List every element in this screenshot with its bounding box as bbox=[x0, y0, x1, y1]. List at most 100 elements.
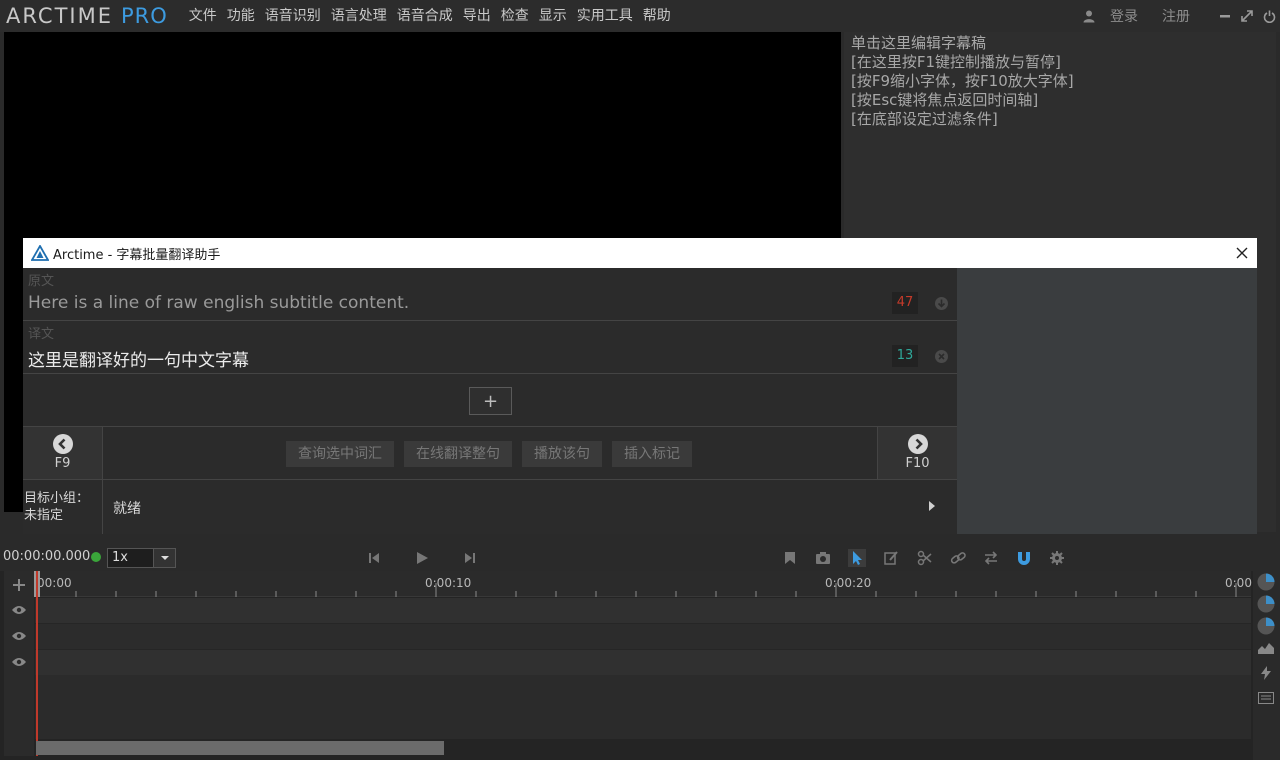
chevron-right-icon bbox=[907, 434, 928, 454]
menu-function[interactable]: 功能 bbox=[222, 0, 260, 32]
ruler-label: 00:00 bbox=[37, 576, 72, 590]
add-button[interactable]: + bbox=[469, 387, 512, 415]
dialog-main: 原文 Here is a line of raw english subtitl… bbox=[23, 268, 957, 534]
swap-icon[interactable] bbox=[982, 549, 1000, 567]
arctime-logo-icon bbox=[31, 245, 49, 261]
target-group[interactable]: 目标小组： 未指定 bbox=[23, 480, 103, 534]
power-icon[interactable] bbox=[1258, 5, 1280, 27]
subtitle-track[interactable] bbox=[35, 598, 1251, 624]
add-track-icon[interactable] bbox=[12, 578, 26, 592]
account-bar: 登录 注册 bbox=[1082, 0, 1280, 32]
menu-utilities[interactable]: 实用工具 bbox=[572, 0, 638, 32]
download-circle-icon[interactable] bbox=[934, 296, 949, 311]
menu-file[interactable]: 文件 bbox=[184, 0, 222, 32]
subtitle-track[interactable] bbox=[35, 624, 1251, 650]
playhead[interactable] bbox=[36, 571, 38, 756]
subtitle-hint: [在底部设定过滤条件] bbox=[851, 110, 998, 128]
track-controls bbox=[4, 571, 34, 756]
empty-track-area[interactable] bbox=[35, 675, 1251, 739]
translation-char-count: 13 bbox=[892, 345, 918, 367]
logo-pro: PRO bbox=[120, 4, 168, 28]
waveform-icon[interactable] bbox=[1258, 642, 1274, 654]
target-group-value: 未指定 bbox=[24, 508, 64, 523]
horizontal-scrollbar[interactable] bbox=[36, 741, 444, 755]
skip-forward-icon[interactable] bbox=[461, 549, 479, 567]
user-icon bbox=[1083, 10, 1095, 23]
target-group-label: 目标小组： bbox=[24, 491, 90, 506]
register-link[interactable]: 注册 bbox=[1162, 6, 1190, 26]
navigation-row: F9 查询选中词汇 在线翻译整句 播放该句 插入标记 F10 bbox=[23, 427, 957, 480]
dialog-title: Arctime - 字幕批量翻译助手 bbox=[53, 247, 221, 263]
timecode: 00:00:00.000 bbox=[3, 549, 91, 564]
insert-marker-button[interactable]: 插入标记 bbox=[612, 441, 692, 467]
menu-language-processing[interactable]: 语言处理 bbox=[326, 0, 392, 32]
main-menu: 文件 功能 语音识别 语言处理 语音合成 导出 检查 显示 实用工具 帮助 bbox=[184, 0, 676, 32]
speed-select[interactable]: 1x bbox=[107, 548, 176, 568]
menu-speech-synthesis[interactable]: 语音合成 bbox=[392, 0, 458, 32]
menu-bar: ARCTIME PRO 文件 功能 语音识别 语言处理 语音合成 导出 检查 显示… bbox=[0, 0, 1280, 32]
status-text: 就绪 bbox=[113, 501, 141, 517]
ruler-label: 0:00:10 bbox=[425, 576, 472, 590]
time-ruler[interactable]: 00:00 0:00:10 0:00:20 0:00: bbox=[35, 571, 1256, 597]
clear-circle-icon[interactable] bbox=[934, 349, 949, 364]
subtitle-hint: [按Esc键将焦点返回时间轴] bbox=[851, 91, 1039, 109]
menu-check[interactable]: 检查 bbox=[496, 0, 534, 32]
add-row: + bbox=[23, 374, 957, 427]
pointer-tool-icon[interactable] bbox=[848, 549, 866, 567]
source-char-count: 47 bbox=[892, 292, 918, 314]
dialog-side-panel bbox=[957, 268, 1257, 534]
play-icon[interactable] bbox=[413, 549, 431, 567]
scissors-icon[interactable] bbox=[916, 549, 934, 567]
minimize-icon[interactable] bbox=[1214, 5, 1236, 27]
play-sentence-button[interactable]: 播放该句 bbox=[522, 441, 602, 467]
subtitle-list-icon[interactable] bbox=[1258, 692, 1274, 704]
camera-icon[interactable] bbox=[814, 549, 832, 567]
menu-help[interactable]: 帮助 bbox=[638, 0, 676, 32]
maximize-icon[interactable] bbox=[1236, 5, 1258, 27]
close-icon[interactable] bbox=[1235, 246, 1249, 260]
subtitle-hint: 单击这里编辑字幕稿 bbox=[851, 34, 987, 52]
menu-display[interactable]: 显示 bbox=[534, 0, 572, 32]
transport-bar: 00:00:00.000 1x bbox=[0, 545, 1280, 571]
volume-knob-icon[interactable] bbox=[1257, 595, 1275, 613]
next-button[interactable]: F10 bbox=[877, 427, 957, 479]
subtitle-hint: [按F9缩小字体，按F10放大字体] bbox=[851, 72, 1074, 90]
skip-back-icon[interactable] bbox=[365, 549, 383, 567]
eye-icon[interactable] bbox=[11, 630, 27, 642]
timeline-tools bbox=[1253, 571, 1280, 760]
caret-right-icon[interactable] bbox=[929, 501, 935, 511]
status-dot bbox=[91, 552, 101, 562]
online-translate-button[interactable]: 在线翻译整句 bbox=[404, 441, 512, 467]
bookmark-icon[interactable] bbox=[781, 549, 799, 567]
link-icon[interactable] bbox=[949, 549, 967, 567]
volume-knob-icon[interactable] bbox=[1257, 617, 1275, 635]
subtitle-hint: [在这里按F1键控制播放与暂停] bbox=[851, 53, 1061, 71]
app-logo: ARCTIME PRO bbox=[6, 4, 168, 28]
previous-shortcut: F9 bbox=[54, 456, 71, 471]
dialog-titlebar: Arctime - 字幕批量翻译助手 bbox=[23, 238, 1257, 268]
eye-icon[interactable] bbox=[11, 604, 27, 616]
logo-main: ARCTIME bbox=[6, 4, 113, 28]
menu-export[interactable]: 导出 bbox=[458, 0, 496, 32]
eye-icon[interactable] bbox=[11, 656, 27, 668]
translation-field: 译文 这里是翻译好的一句中文字幕 13 bbox=[23, 321, 957, 374]
gear-icon[interactable] bbox=[1048, 549, 1066, 567]
translation-text[interactable]: 这里是翻译好的一句中文字幕 bbox=[28, 346, 249, 371]
ruler-label: 0:00:20 bbox=[825, 576, 872, 590]
subtitle-track[interactable] bbox=[35, 650, 1251, 676]
source-text[interactable]: Here is a line of raw english subtitle c… bbox=[28, 293, 409, 313]
ruler-label: 0:00: bbox=[1225, 576, 1256, 590]
magnet-icon[interactable] bbox=[1015, 549, 1033, 567]
chevron-down-icon[interactable] bbox=[153, 549, 175, 567]
next-shortcut: F10 bbox=[905, 456, 930, 471]
previous-button[interactable]: F9 bbox=[23, 427, 103, 479]
translation-assistant-dialog: Arctime - 字幕批量翻译助手 原文 Here is a line of … bbox=[23, 238, 1257, 534]
volume-knob-icon[interactable] bbox=[1257, 573, 1275, 591]
menu-speech-recognition[interactable]: 语音识别 bbox=[260, 0, 326, 32]
source-field: 原文 Here is a line of raw english subtitl… bbox=[23, 268, 957, 321]
lookup-word-button[interactable]: 查询选中词汇 bbox=[286, 441, 394, 467]
edit-icon[interactable] bbox=[882, 549, 900, 567]
lightning-icon[interactable] bbox=[1261, 666, 1271, 680]
login-link[interactable]: 登录 bbox=[1110, 6, 1138, 26]
timeline[interactable]: 00:00 0:00:10 0:00:20 0:00: bbox=[0, 571, 1280, 760]
